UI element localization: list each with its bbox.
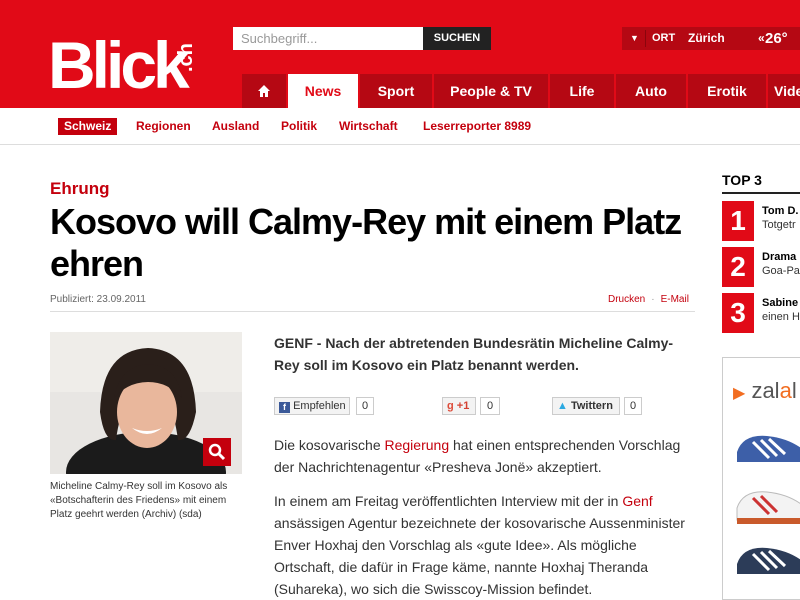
divider: [50, 311, 695, 312]
top3-item[interactable]: 3 Sabine einen H: [722, 293, 800, 335]
rank-number: 3: [722, 293, 754, 333]
nav-erotik[interactable]: Erotik: [688, 74, 766, 108]
divider: [645, 30, 646, 47]
paragraph-text: ansässigen Agentur bezeichnete der kosov…: [274, 515, 685, 597]
paragraph: Die kosovarische Regierung hat einen ent…: [274, 434, 694, 478]
google-count: 0: [480, 397, 500, 415]
google-plus-button[interactable]: g +1: [442, 397, 476, 415]
subnav-leserreporter[interactable]: Leserreporter 8989: [423, 118, 531, 135]
site-header: Blick .ch Suchbegriff... SUCHEN ▼ ORT Zü…: [0, 0, 800, 108]
facebook-button[interactable]: f Empfehlen: [274, 397, 350, 415]
dropdown-arrow-icon[interactable]: ▼: [630, 27, 639, 50]
weather-widget[interactable]: ▼ ORT Zürich « 26°: [622, 27, 800, 50]
blick-logo[interactable]: Blick .ch: [48, 22, 208, 102]
email-link[interactable]: E-Mail: [661, 294, 689, 305]
double-chevron-icon[interactable]: «: [758, 27, 765, 50]
brand-text: l: [791, 378, 797, 403]
link-genf[interactable]: Genf: [622, 493, 652, 509]
top3-headline: Sabine: [762, 297, 799, 309]
link-regierung[interactable]: Regierung: [385, 437, 450, 453]
article-body: Die kosovarische Regierung hat einen ent…: [274, 434, 694, 600]
separator-dot: ·: [651, 294, 655, 305]
subnav-politik[interactable]: Politik: [281, 118, 317, 135]
subnav-ausland[interactable]: Ausland: [212, 118, 259, 135]
weather-location-label: ORT: [652, 32, 676, 44]
brand-text: zal: [751, 378, 780, 403]
nav-sport[interactable]: Sport: [360, 74, 432, 108]
ad-logo: ▶ zalal: [733, 378, 797, 404]
zoom-button[interactable]: [203, 438, 231, 466]
play-arrow-icon: ▶: [733, 385, 746, 402]
top3-headline: Tom D.: [762, 205, 799, 217]
top3-item[interactable]: 2 Drama Goa-Pa: [722, 247, 800, 289]
nav-news[interactable]: News: [288, 74, 358, 108]
top3-subline: Totgetr: [762, 219, 796, 231]
facebook-count: 0: [356, 397, 374, 415]
twitter-label: Twittern: [570, 400, 613, 412]
shoe-navy: [737, 547, 800, 580]
brand-text: a: [779, 378, 792, 403]
google-icon: g: [447, 400, 454, 412]
publish-date: Publiziert: 23.09.2011: [50, 294, 146, 305]
paragraph-text: Die kosovarische: [274, 437, 385, 453]
top3-item[interactable]: 1 Tom D. Totgetr: [722, 201, 800, 243]
weather-city: Zürich: [688, 31, 725, 45]
nav-home[interactable]: [242, 74, 286, 108]
zalando-ad[interactable]: ▶ zalal: [722, 357, 800, 600]
nav-video[interactable]: Vide: [768, 74, 800, 108]
shoe-white: [736, 491, 800, 524]
subnav-regionen[interactable]: Regionen: [136, 118, 191, 135]
nav-people-tv[interactable]: People & TV: [434, 74, 548, 108]
google-plus-label: +1: [456, 400, 470, 412]
weather-temperature: 26°: [765, 30, 788, 47]
article-headline: Kosovo will Calmy-Rey mit einem Platz eh…: [50, 201, 682, 284]
shoe-blue: [737, 435, 800, 468]
search-button[interactable]: SUCHEN: [423, 27, 491, 50]
facebook-label: Empfehlen: [293, 400, 346, 412]
subnav-wirtschaft[interactable]: Wirtschaft: [339, 118, 398, 135]
nav-auto[interactable]: Auto: [616, 74, 686, 108]
article-kicker: Ehrung: [50, 179, 110, 198]
top3-title: TOP 3: [722, 172, 762, 188]
subnav-schweiz[interactable]: Schweiz: [58, 118, 118, 135]
rank-number: 1: [722, 201, 754, 241]
top3-subline: einen H: [762, 311, 800, 323]
photo-caption: Micheline Calmy-Rey soll im Kosovo als «…: [50, 481, 228, 520]
sub-nav: Schweiz Regionen Ausland Politik Wirtsch…: [0, 108, 800, 145]
logo-suffix: .ch: [175, 43, 197, 72]
twitter-count: 0: [624, 397, 642, 415]
paragraph-text: In einem am Freitag veröffentlichten Int…: [274, 493, 623, 509]
rank-number: 2: [722, 247, 754, 287]
home-icon: [258, 85, 270, 97]
search-input[interactable]: Suchbegriff...: [233, 27, 423, 50]
print-link[interactable]: Drucken: [608, 294, 645, 305]
twitter-bird-icon: ▲: [557, 400, 568, 412]
divider: [722, 192, 800, 194]
facebook-icon: f: [279, 402, 290, 413]
paragraph: In einem am Freitag veröffentlichten Int…: [274, 490, 694, 600]
top3-headline: Drama: [762, 251, 797, 263]
article-tools: Drucken · E-Mail: [608, 294, 689, 305]
nav-life[interactable]: Life: [550, 74, 614, 108]
article-lead: GENF - Nach der abtretenden Bundesrätin …: [274, 335, 674, 373]
top3-subline: Goa-Pa: [762, 265, 800, 277]
twitter-button[interactable]: ▲ Twittern: [552, 397, 620, 415]
shoe-images: [736, 435, 800, 580]
magnifier-icon: [208, 443, 226, 461]
logo-text: Blick: [48, 28, 190, 102]
